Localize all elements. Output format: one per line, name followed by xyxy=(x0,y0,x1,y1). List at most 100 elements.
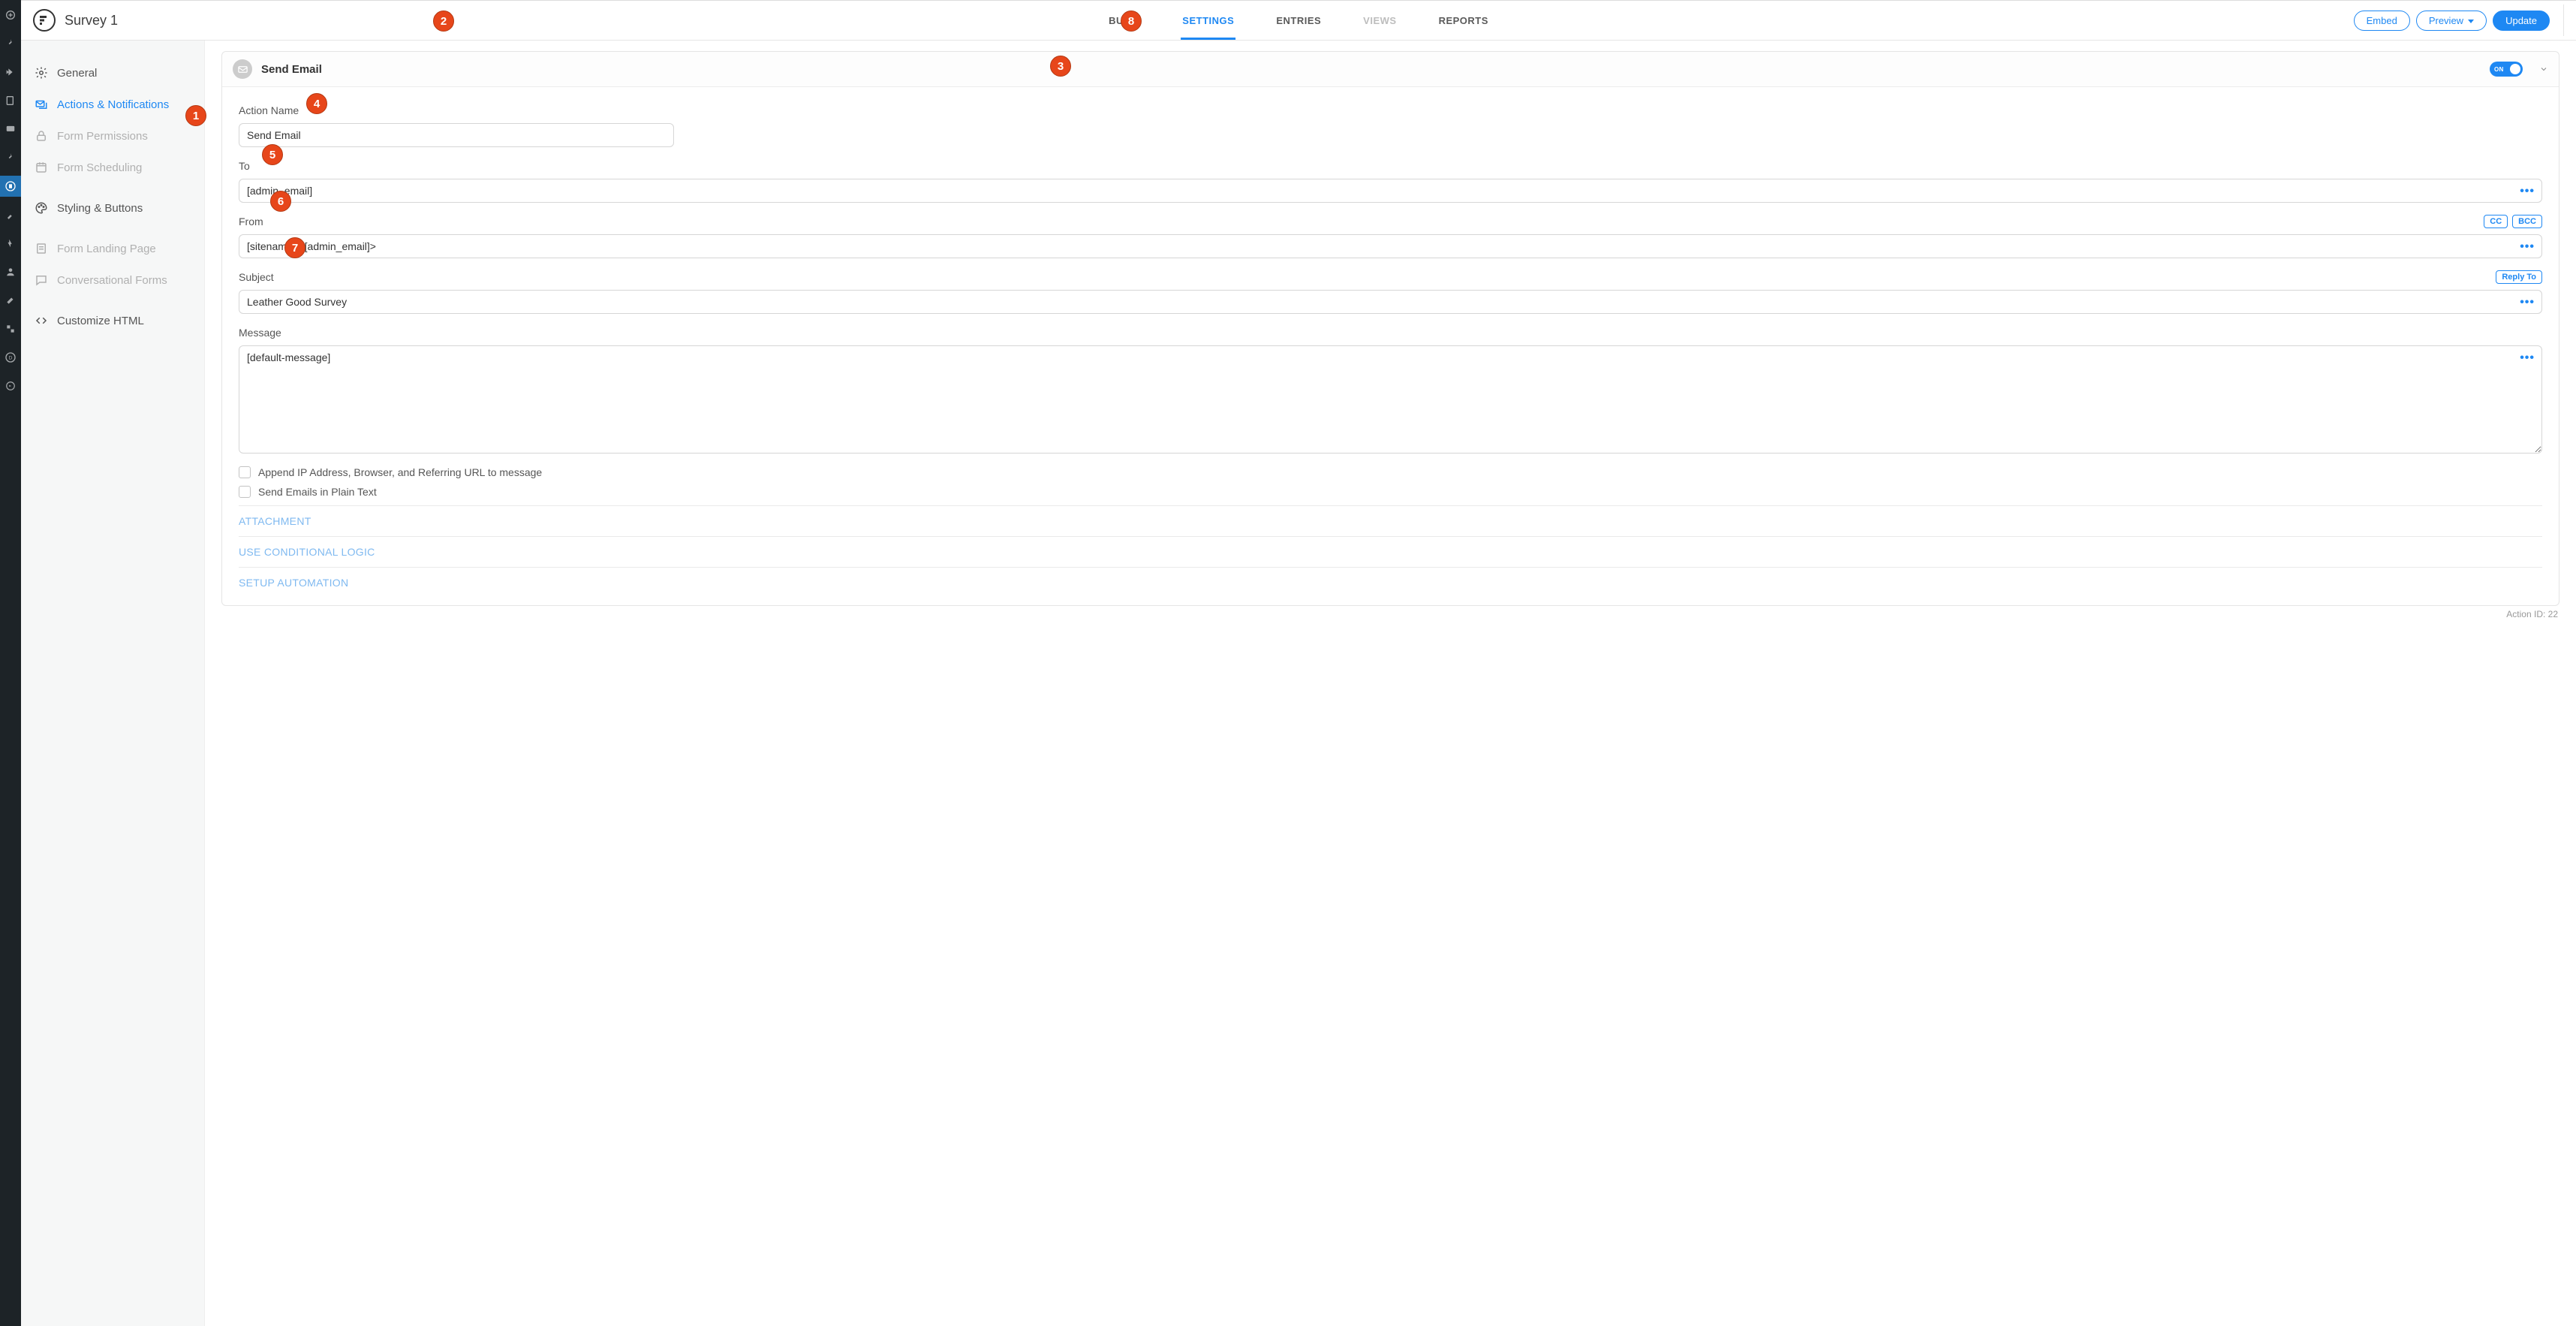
action-id-label: Action ID: 22 xyxy=(221,606,2559,625)
preview-label: Preview xyxy=(2429,15,2463,26)
message-label: Message xyxy=(239,327,281,339)
check-label: Append IP Address, Browser, and Referrin… xyxy=(258,466,542,478)
lock-icon xyxy=(35,129,48,143)
sidebar-item-label: General xyxy=(57,67,97,80)
tab-entries[interactable]: ENTRIES xyxy=(1276,1,1321,40)
update-button[interactable]: Update xyxy=(2493,11,2550,31)
chevron-down-icon xyxy=(2468,20,2474,23)
annotation-badge-6: 6 xyxy=(270,191,291,212)
nav-media-icon[interactable] xyxy=(0,62,21,83)
check-label: Send Emails in Plain Text xyxy=(258,486,377,498)
calendar-icon xyxy=(35,161,48,174)
annotation-badge-8: 8 xyxy=(1121,11,1142,32)
checkbox[interactable] xyxy=(239,466,251,478)
nav-forms-icon[interactable] xyxy=(0,176,21,197)
palette-icon xyxy=(35,201,48,215)
annotation-badge-2: 2 xyxy=(433,11,454,32)
field-from: From CC BCC ••• xyxy=(239,213,2542,258)
sidebar-item-label: Actions & Notifications xyxy=(57,98,169,111)
nav-circle-d-icon[interactable]: D xyxy=(0,347,21,368)
action-name-label: Action Name xyxy=(239,104,299,116)
tab-settings[interactable]: SETTINGS xyxy=(1182,1,1234,40)
sidebar-item-landing[interactable]: Form Landing Page xyxy=(29,233,197,264)
check-plain-text[interactable]: Send Emails in Plain Text xyxy=(239,486,2542,498)
action-toggle[interactable]: ON xyxy=(2490,62,2523,77)
panel-body: Action Name To ••• From xyxy=(222,87,2559,605)
nav-pin2-icon[interactable] xyxy=(0,147,21,168)
sidebar-item-label: Form Scheduling xyxy=(57,161,142,174)
topbar: Survey 1 BUILD SETTINGS ENTRIES VIEWS RE… xyxy=(21,0,2576,41)
from-input[interactable] xyxy=(239,234,2542,258)
mail-stack-icon xyxy=(35,98,48,111)
sidebar-item-actions[interactable]: Actions & Notifications xyxy=(29,89,197,120)
checkbox[interactable] xyxy=(239,486,251,498)
settings-sidebar: General Actions & Notifications Form Per… xyxy=(21,41,205,1326)
nav-pin-icon[interactable] xyxy=(0,33,21,54)
section-automation[interactable]: SETUP AUTOMATION xyxy=(239,567,2542,598)
panel-title: Send Email xyxy=(261,63,322,76)
cc-button[interactable]: CC xyxy=(2484,215,2508,228)
to-label: To xyxy=(239,160,250,172)
sidebar-item-label: Customize HTML xyxy=(57,315,144,327)
subject-label: Subject xyxy=(239,271,274,283)
nav-pages-icon[interactable] xyxy=(0,90,21,111)
annotation-badge-7: 7 xyxy=(284,237,305,258)
sidebar-item-html[interactable]: Customize HTML xyxy=(29,305,197,336)
annotation-badge-1: 1 xyxy=(185,105,206,126)
nav-dashboard-icon[interactable] xyxy=(0,5,21,26)
sidebar-item-label: Form Permissions xyxy=(57,130,148,143)
nav-appearance-icon[interactable] xyxy=(0,204,21,225)
send-email-panel: Send Email ON Action Name To xyxy=(221,51,2559,606)
shortcode-picker-icon[interactable]: ••• xyxy=(2520,351,2535,365)
mail-icon xyxy=(233,59,252,79)
form-title: Survey 1 xyxy=(65,13,118,29)
sidebar-item-general[interactable]: General xyxy=(29,57,197,89)
bcc-button[interactable]: BCC xyxy=(2512,215,2542,228)
content-area: Send Email ON Action Name To xyxy=(205,41,2576,1326)
to-input[interactable] xyxy=(239,179,2542,203)
nav-comments-icon[interactable] xyxy=(0,119,21,140)
embed-button[interactable]: Embed xyxy=(2354,11,2410,31)
preview-button[interactable]: Preview xyxy=(2416,11,2487,31)
field-action-name: Action Name xyxy=(239,102,2542,147)
nav-settings-icon[interactable] xyxy=(0,318,21,339)
brand-logo-icon xyxy=(33,9,56,32)
panel-header[interactable]: Send Email ON xyxy=(222,52,2559,87)
tab-views[interactable]: VIEWS xyxy=(1363,1,1396,40)
message-textarea[interactable] xyxy=(239,345,2542,454)
section-attachment[interactable]: ATTACHMENT xyxy=(239,505,2542,536)
shortcode-picker-icon[interactable]: ••• xyxy=(2520,185,2535,198)
shortcode-picker-icon[interactable]: ••• xyxy=(2520,296,2535,309)
code-icon xyxy=(35,314,48,327)
chat-icon xyxy=(35,273,48,287)
section-conditional-logic[interactable]: USE CONDITIONAL LOGIC xyxy=(239,536,2542,567)
action-name-input[interactable] xyxy=(239,123,674,147)
sidebar-item-styling[interactable]: Styling & Buttons xyxy=(29,192,197,224)
main-tabs: BUILD SETTINGS ENTRIES VIEWS REPORTS xyxy=(1109,1,1488,40)
field-subject: Subject Reply To ••• xyxy=(239,269,2542,314)
subject-input[interactable] xyxy=(239,290,2542,314)
tab-reports[interactable]: REPORTS xyxy=(1439,1,1488,40)
sidebar-item-permissions[interactable]: Form Permissions xyxy=(29,120,197,152)
gear-icon xyxy=(35,66,48,80)
page-icon xyxy=(35,242,48,255)
nav-users-icon[interactable] xyxy=(0,261,21,282)
check-append-ip[interactable]: Append IP Address, Browser, and Referrin… xyxy=(239,466,2542,478)
chevron-down-icon[interactable] xyxy=(2539,65,2548,74)
wp-admin-mini-nav: D xyxy=(0,0,21,1326)
nav-collapse-icon[interactable] xyxy=(0,375,21,396)
nav-plugins-icon[interactable] xyxy=(0,233,21,254)
nav-tools-icon[interactable] xyxy=(0,290,21,311)
annotation-badge-4: 4 xyxy=(306,93,327,114)
divider xyxy=(2563,5,2564,36)
top-actions: Embed Preview Update xyxy=(2354,5,2567,36)
sidebar-item-conversational[interactable]: Conversational Forms xyxy=(29,264,197,296)
field-message: Message ••• xyxy=(239,324,2542,456)
annotation-badge-5: 5 xyxy=(262,144,283,165)
replyto-button[interactable]: Reply To xyxy=(2496,270,2542,284)
toggle-label: ON xyxy=(2494,66,2504,73)
shortcode-picker-icon[interactable]: ••• xyxy=(2520,240,2535,254)
sidebar-item-scheduling[interactable]: Form Scheduling xyxy=(29,152,197,183)
annotation-badge-3: 3 xyxy=(1050,56,1071,77)
field-to: To ••• xyxy=(239,158,2542,203)
